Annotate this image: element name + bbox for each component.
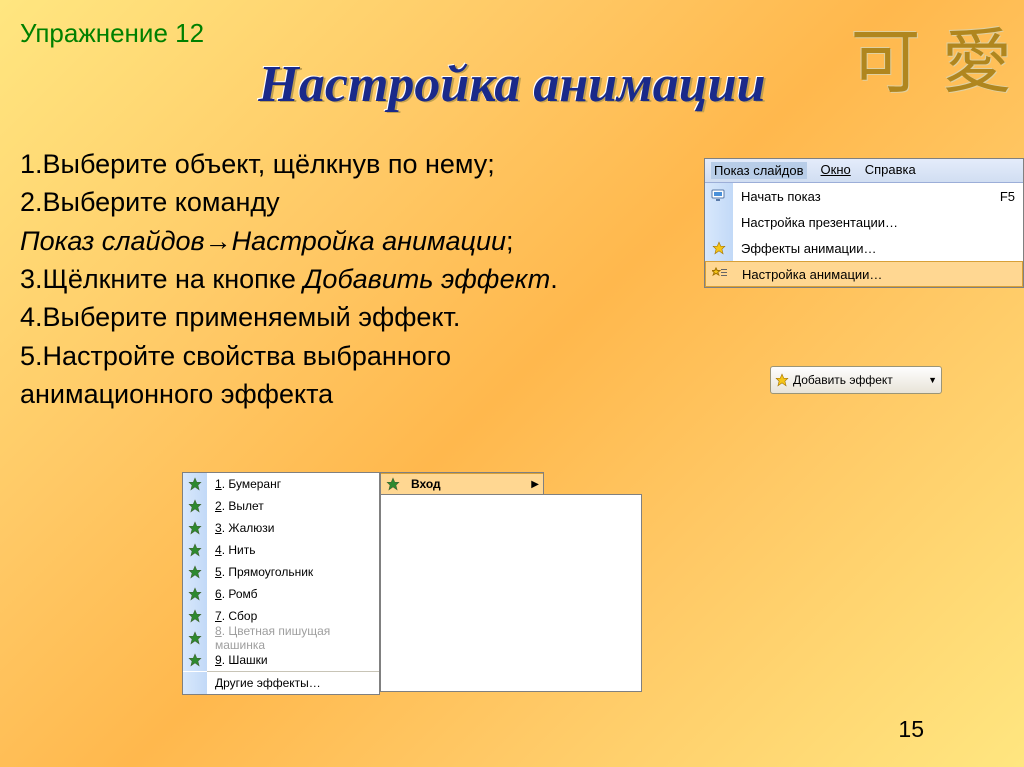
step-3-num: 3.: [20, 264, 43, 294]
menu-item-label: Настройка анимации…: [742, 267, 1014, 282]
star-list-icon: [706, 262, 734, 286]
effect-item[interactable]: 2. Вылет: [183, 495, 379, 517]
star-icon: [183, 561, 207, 583]
category-label: Вход: [411, 477, 441, 491]
menu-item-label: Настройка презентации…: [741, 215, 1015, 230]
menu-item-setup-presentation[interactable]: Настройка презентации…: [705, 209, 1023, 235]
effect-item-label: 1. Бумеранг: [213, 477, 281, 491]
step-5-text: Настройте свойства выбранного анимационн…: [20, 341, 451, 409]
step-2c: ;: [506, 226, 514, 256]
blank-icon: [183, 672, 207, 694]
effect-item[interactable]: 6. Ромб: [183, 583, 379, 605]
step-5: 5.Настройте свойства выбранного анимацио…: [20, 337, 640, 414]
effect-item-label: 6. Ромб: [213, 587, 258, 601]
effect-item[interactable]: 1. Бумеранг: [183, 473, 379, 495]
step-3c: .: [550, 264, 558, 294]
menu-item-custom-animation[interactable]: Настройка анимации…: [705, 261, 1023, 287]
chevron-right-icon: ▶: [531, 479, 539, 490]
menu-item-start-show[interactable]: Начать показ F5: [705, 183, 1023, 209]
step-4: 4.Выберите применяемый эффект.: [20, 298, 640, 336]
submenu-empty: [380, 494, 642, 692]
step-3: 3.Щёлкните на кнопке Добавить эффект.: [20, 260, 640, 298]
star-icon: [775, 373, 789, 387]
blank-icon: [705, 209, 733, 235]
star-icon: [183, 495, 207, 517]
step-5-num: 5.: [20, 341, 43, 371]
effect-item-label: 5. Прямоугольник: [213, 565, 313, 579]
effect-item[interactable]: 4. Нить: [183, 539, 379, 561]
effect-item-label: 4. Нить: [213, 543, 255, 557]
star-icon: [183, 517, 207, 539]
effect-item-label: 3. Жалюзи: [213, 521, 274, 535]
menu-item-label: Начать показ: [741, 189, 1000, 204]
menu-tab-slideshow[interactable]: Показ слайдов: [711, 162, 807, 179]
chevron-down-icon: ▼: [928, 375, 937, 385]
slideshow-menu-panel: Показ слайдов Окно Справка Начать показ …: [704, 158, 1024, 288]
step-2b: Показ слайдов→Настройка анимации: [20, 226, 506, 256]
steps-list: 1.Выберите объект, щёлкнув по нему; 2.Вы…: [20, 145, 640, 413]
star-icon: [381, 473, 405, 495]
add-effect-button[interactable]: Добавить эффект ▼: [770, 366, 942, 394]
effects-list-panel: 1. Бумеранг 2. Вылет 3. Жалюзи 4. Нить 5. Пр…: [182, 472, 380, 695]
menu-tab-help[interactable]: Справка: [865, 162, 916, 179]
page-title: Настройка анимации: [0, 55, 1024, 114]
star-icon: [705, 235, 733, 261]
menu-item-shortcut: F5: [1000, 189, 1015, 204]
step-3a: Щёлкните на кнопке: [43, 264, 304, 294]
exercise-label: Упражнение 12: [20, 18, 204, 49]
step-2-num: 2.: [20, 187, 43, 217]
page-number: 15: [898, 716, 924, 743]
star-icon: [183, 605, 207, 627]
step-1: 1.Выберите объект, щёлкнув по нему;: [20, 145, 640, 183]
effect-item-label: 7. Сбор: [213, 609, 257, 623]
step-1-text: Выберите объект, щёлкнув по нему;: [43, 149, 495, 179]
step-2: 2.Выберите команду Показ слайдов→Настрой…: [20, 183, 640, 260]
menu-bar: Показ слайдов Окно Справка: [705, 159, 1023, 183]
star-icon: [183, 539, 207, 561]
effect-item-label: 2. Вылет: [213, 499, 264, 513]
more-effects-item[interactable]: Другие эффекты…: [183, 672, 379, 694]
star-icon: [183, 649, 207, 671]
add-effect-label: Добавить эффект: [793, 373, 893, 387]
effect-item[interactable]: 3. Жалюзи: [183, 517, 379, 539]
category-item[interactable]: Вход ▶: [381, 473, 543, 495]
menu-item-label: Эффекты анимации…: [741, 241, 1015, 256]
star-icon: [183, 627, 207, 649]
step-4-num: 4.: [20, 302, 43, 332]
menu-tab-window[interactable]: Окно: [821, 162, 851, 179]
step-1-num: 1.: [20, 149, 43, 179]
effect-item: 8. Цветная пишущая машинка: [183, 627, 379, 649]
effect-item[interactable]: 9. Шашки: [183, 649, 379, 671]
more-effects-label: Другие эффекты…: [213, 676, 321, 690]
step-4-text: Выберите применяемый эффект.: [43, 302, 461, 332]
step-2a: Выберите команду: [43, 187, 280, 217]
step-3b: Добавить эффект: [303, 264, 550, 294]
menu-list: Начать показ F5 Настройка презентации… Э…: [705, 183, 1023, 287]
effect-item-label: 8. Цветная пишущая машинка: [213, 624, 379, 652]
effect-item-label: 9. Шашки: [213, 653, 268, 667]
effect-item[interactable]: 5. Прямоугольник: [183, 561, 379, 583]
menu-item-animation-effects[interactable]: Эффекты анимации…: [705, 235, 1023, 261]
star-icon: [183, 583, 207, 605]
star-icon: [183, 473, 207, 495]
monitor-icon: [705, 183, 733, 209]
